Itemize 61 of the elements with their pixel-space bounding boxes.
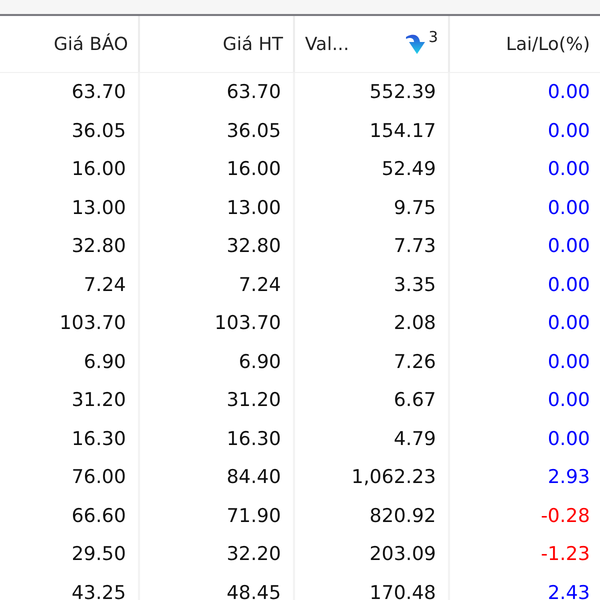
table-cell: 6.90 — [140, 342, 295, 381]
table-cell: 4.79 — [295, 420, 450, 458]
table-cell: 2.08 — [295, 304, 450, 342]
table-cell-text: 0.00 — [546, 426, 591, 452]
table-cell: 13.00 — [140, 188, 295, 227]
table-cell: 7.24 — [140, 266, 295, 304]
table-cell-text: -1.23 — [540, 542, 591, 568]
table-cell: 7.73 — [295, 227, 450, 266]
table-cell: 6.90 — [0, 342, 140, 381]
column-header[interactable]: Giá BÁO — [0, 16, 140, 72]
table-cell: 31.20 — [140, 381, 295, 420]
table-cell-text: 2.43 — [546, 580, 591, 600]
table-cell: 63.70 — [0, 73, 140, 112]
table-cell: 52.49 — [295, 150, 450, 188]
table-cell: 7.26 — [295, 342, 450, 381]
table-cell-text: 0.00 — [546, 196, 591, 221]
table-cell: 32.80 — [0, 227, 140, 266]
table-cell: 16.00 — [0, 150, 140, 188]
table-cell: 76.00 — [0, 458, 140, 496]
table-cell-text: 0.00 — [546, 350, 591, 375]
table-cell: 203.09 — [295, 535, 450, 574]
table-cell: 170.48 — [295, 574, 450, 600]
table-cell: 7.24 — [0, 266, 140, 304]
column-header[interactable]: Giá HT — [140, 16, 295, 72]
column-header[interactable]: Val... 3 — [295, 16, 450, 72]
table-cell: 29.50 — [0, 535, 140, 574]
table-cell: 66.60 — [0, 496, 140, 535]
table-cell: 43.25 — [0, 574, 140, 600]
table-cell: 32.80 — [140, 227, 295, 266]
table-cell: 36.05 — [0, 112, 140, 150]
table-cell-text: 0.00 — [546, 234, 591, 260]
table-cell: 154.17 — [295, 112, 450, 150]
table-cell-text: 0.00 — [546, 80, 591, 106]
table-cell: 16.30 — [140, 420, 295, 458]
table-cell-text: -0.28 — [540, 504, 591, 529]
table-cell-text: 0.00 — [546, 272, 591, 298]
column-header[interactable]: Lai/Lo(%) — [450, 16, 600, 72]
table-cell: 63.70 — [140, 73, 295, 112]
table-cell: 84.40 — [140, 458, 295, 496]
table-cell: 6.67 — [295, 381, 450, 420]
table-cell-text: 0.00 — [546, 311, 591, 336]
table-cell: 32.20 — [140, 535, 295, 574]
table-cell-text: 0.00 — [546, 157, 591, 182]
table-cell: 48.45 — [140, 574, 295, 600]
table-cell: 1,062.23 — [295, 458, 450, 496]
table-cell: 820.92 — [295, 496, 450, 535]
table-cell-text: 0.00 — [546, 118, 591, 144]
table-cell-text: 0.00 — [546, 388, 591, 414]
table-cell: 552.39 — [295, 73, 450, 112]
table-cell: 16.30 — [0, 420, 140, 458]
sort-order-number: 3 — [428, 28, 438, 46]
table-cell: 16.00 — [140, 150, 295, 188]
table-cell: 103.70 — [140, 304, 295, 342]
table-cell: 3.35 — [295, 266, 450, 304]
table-cell: 71.90 — [140, 496, 295, 535]
table-cell: 13.00 — [0, 188, 140, 227]
table-cell-text: 2.93 — [546, 465, 591, 490]
table-cell: 36.05 — [140, 112, 295, 150]
table-cell: 103.70 — [0, 304, 140, 342]
table-cell: 9.75 — [295, 188, 450, 227]
table-cell: 31.20 — [0, 381, 140, 420]
